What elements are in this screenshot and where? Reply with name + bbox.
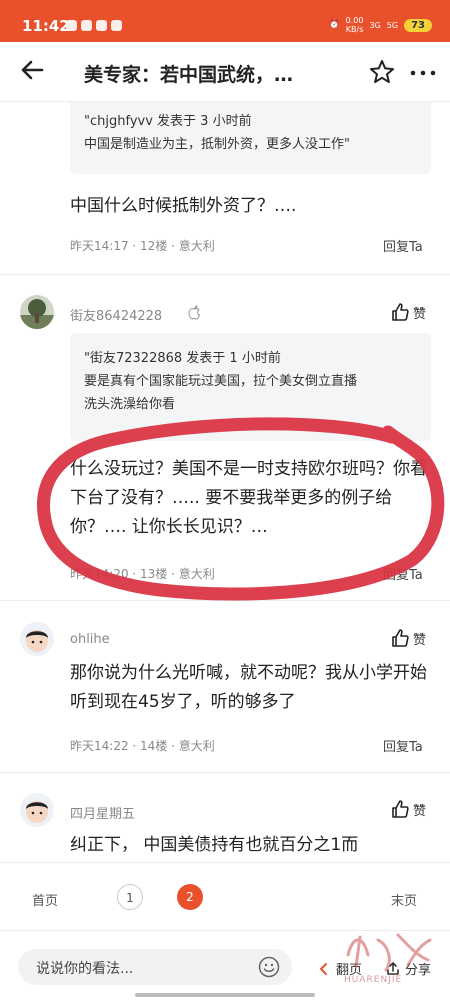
signal-3g: 3G bbox=[369, 20, 381, 30]
pagination: 首页 1 2 末页 bbox=[0, 862, 450, 930]
comment-text: 纠正下， 中国美债持有也就百分之1而 bbox=[70, 835, 359, 855]
article-header: 美专家：若中国武统，… bbox=[0, 42, 450, 102]
like-button[interactable]: 赞 bbox=[390, 799, 426, 819]
comment-meta: 昨天14:17 · 12楼 · 意大利 bbox=[70, 239, 215, 253]
quote-text: 洗头洗澡给你看 bbox=[84, 397, 176, 412]
username[interactable]: 街友86424228 bbox=[70, 305, 162, 324]
quoted-comment: "chjghfyvv 发表于 3 小时前 中国是制造业为主，抵制外资，更多人没工… bbox=[70, 102, 431, 174]
thumbs-up-icon bbox=[392, 800, 409, 818]
page-1-button[interactable]: 1 bbox=[117, 884, 143, 910]
avatar[interactable] bbox=[20, 622, 54, 656]
divider bbox=[0, 600, 450, 601]
quote-text: 要是真有个国家能玩过美国，拉个美女倒立直播 bbox=[84, 374, 358, 389]
share-icon bbox=[387, 961, 399, 975]
notification-icons bbox=[66, 20, 122, 31]
comment-floor: 14楼 bbox=[140, 739, 168, 753]
flip-page-label: 翻页 bbox=[336, 963, 363, 978]
notification-icon bbox=[81, 20, 92, 31]
comment-text: 什么没玩过？美国不是一时支持欧尔班吗？你看下台了没有？….. 要不要我举更多的例… bbox=[70, 459, 427, 537]
last-page-link[interactable]: 末页 bbox=[391, 890, 417, 909]
share-button[interactable]: 分享 bbox=[385, 959, 431, 978]
signal-5g: 5G bbox=[386, 20, 399, 30]
star-icon[interactable] bbox=[368, 58, 396, 86]
comment-text: 中国什么时候抵制外资了？…. bbox=[70, 196, 297, 216]
comment-floor: 12楼 bbox=[140, 239, 168, 253]
comment-meta: 昨天14:22 · 14楼 · 意大利 bbox=[70, 739, 215, 753]
net-speed: 0.00 KB/s bbox=[345, 16, 364, 34]
comment-time: 昨天14:20 bbox=[70, 567, 129, 581]
bottom-bar: 说说你的看法... 翻页 分享 bbox=[0, 930, 450, 1000]
status-bar: 11:42 ⏰ 0.00 KB/s 3G 5G 73 bbox=[0, 0, 450, 42]
divider bbox=[0, 274, 450, 275]
comment-placeholder: 说说你的看法... bbox=[36, 961, 134, 977]
battery-level: 73 bbox=[404, 18, 432, 32]
quote-header: "街友72322868 发表于 1 小时前 bbox=[84, 351, 281, 366]
reply-button[interactable]: 回复Ta bbox=[383, 736, 423, 755]
comment-location: 意大利 bbox=[178, 239, 215, 253]
apple-icon bbox=[188, 305, 201, 320]
like-label: 赞 bbox=[413, 306, 427, 322]
notification-icon bbox=[66, 20, 77, 31]
thumbs-up-icon bbox=[392, 303, 409, 321]
comment-text: 那你说为什么光听喊，就不动呢？我从小学开始听到现在45岁了，听的够多了 bbox=[70, 663, 427, 712]
emoji-icon[interactable] bbox=[258, 956, 280, 978]
page-title: 美专家：若中国武统，… bbox=[84, 64, 294, 86]
status-right: ⏰ 0.00 KB/s 3G 5G 73 bbox=[328, 16, 432, 34]
like-button[interactable]: 赞 bbox=[390, 302, 426, 322]
quote-text: 中国是制造业为主，抵制外资，更多人没工作" bbox=[84, 137, 350, 152]
comment-floor: 13楼 bbox=[140, 567, 168, 581]
avatar[interactable] bbox=[20, 295, 54, 329]
notification-icon bbox=[96, 20, 107, 31]
reply-button[interactable]: 回复Ta bbox=[383, 564, 423, 583]
comment-meta: 昨天14:20 · 13楼 · 意大利 bbox=[70, 567, 215, 581]
divider bbox=[0, 772, 450, 773]
like-label: 赞 bbox=[413, 803, 427, 819]
avatar[interactable] bbox=[20, 793, 54, 827]
comment-time: 昨天14:22 bbox=[70, 739, 129, 753]
first-page-link[interactable]: 首页 bbox=[32, 890, 58, 909]
status-time: 11:42 bbox=[22, 17, 70, 35]
like-label: 赞 bbox=[413, 632, 427, 648]
like-button[interactable]: 赞 bbox=[390, 628, 426, 648]
flip-page-icon bbox=[320, 962, 327, 975]
thumbs-up-icon bbox=[392, 629, 409, 647]
share-label: 分享 bbox=[405, 963, 432, 978]
comment-location: 意大利 bbox=[178, 739, 215, 753]
quoted-comment: "街友72322868 发表于 1 小时前 要是真有个国家能玩过美国，拉个美女倒… bbox=[70, 333, 431, 441]
more-icon[interactable] bbox=[408, 58, 438, 86]
comment-time: 昨天14:17 bbox=[70, 239, 129, 253]
username[interactable]: 四月星期五 bbox=[70, 803, 135, 822]
notification-icon bbox=[111, 20, 122, 31]
username[interactable]: ohlihe bbox=[70, 632, 110, 647]
quote-header: "chjghfyvv 发表于 3 小时前 bbox=[84, 114, 252, 129]
alarm-icon: ⏰ bbox=[328, 20, 340, 30]
page-2-button[interactable]: 2 bbox=[177, 884, 203, 910]
reply-button[interactable]: 回复Ta bbox=[383, 236, 423, 255]
home-indicator[interactable] bbox=[135, 993, 315, 997]
flip-page-button[interactable]: 翻页 bbox=[316, 959, 362, 978]
comment-input[interactable]: 说说你的看法... bbox=[18, 949, 292, 985]
back-arrow-icon[interactable] bbox=[18, 56, 46, 84]
comment-location: 意大利 bbox=[178, 567, 215, 581]
